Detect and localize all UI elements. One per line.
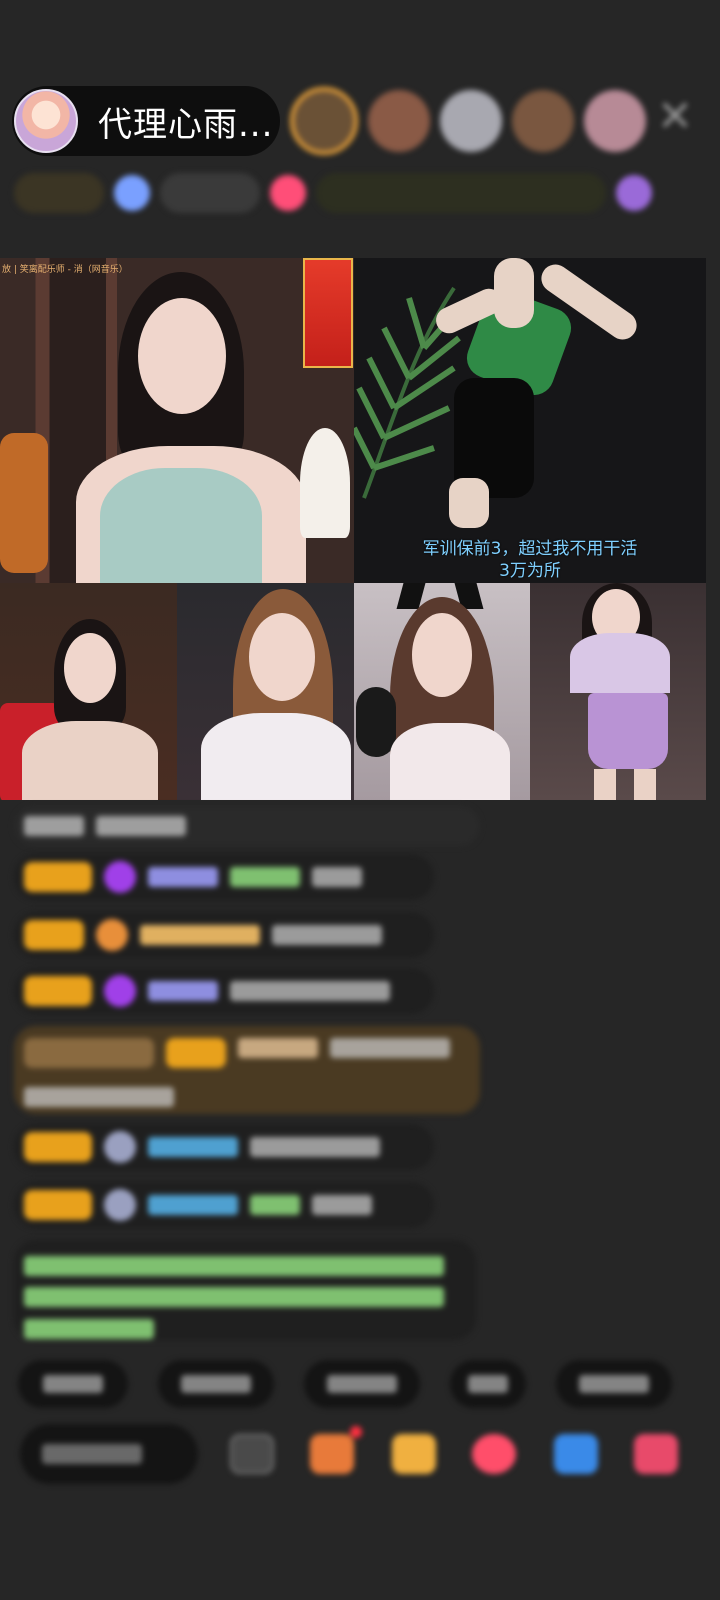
activity-chip[interactable] [316, 173, 606, 213]
viewer-avatar[interactable] [584, 90, 646, 152]
subtitle-caption: 军训保前3，超过我不用干活 3万为所 [354, 538, 706, 582]
chat-message [14, 1124, 434, 1170]
heart-icon[interactable] [472, 1434, 516, 1474]
diamond-icon [104, 861, 136, 893]
quick-reply-row [18, 1360, 672, 1408]
level-badge [24, 976, 92, 1006]
video-tile-3[interactable] [0, 583, 177, 800]
diamond-icon [104, 975, 136, 1007]
highlight-message [14, 1026, 480, 1114]
bear-decoration [0, 433, 48, 573]
video-tile-4[interactable] [177, 583, 354, 800]
stat-icon [114, 175, 150, 211]
plush-rabbit [300, 428, 350, 538]
red-banner [303, 258, 353, 368]
level-badge [24, 920, 84, 950]
viewer-avatar[interactable] [440, 90, 502, 152]
palm-leaf [354, 286, 462, 499]
system-notice [14, 1240, 476, 1340]
video-tile-6[interactable] [530, 583, 706, 800]
video-tile-1[interactable]: 放 | 笑离配乐师 - 消（网音乐） [0, 258, 354, 583]
chat-message [14, 806, 480, 846]
host-name: 代理心雨... [98, 104, 274, 145]
stat-chip[interactable] [160, 173, 260, 213]
caption-line-1: 军训保前3，超过我不用干活 [422, 539, 638, 559]
chat-message [14, 912, 434, 958]
viewer-avatar[interactable] [512, 90, 574, 152]
share-icon[interactable] [554, 1434, 598, 1474]
quick-reply-chip[interactable] [556, 1360, 672, 1408]
chat-message [14, 968, 434, 1014]
quick-reply-chip[interactable] [158, 1360, 274, 1408]
quick-reply-chip[interactable] [18, 1360, 128, 1408]
multi-guest-video-grid: 放 | 笑离配乐师 - 消（网音乐） 军训保前3，超过我不用干活 3万为所 [0, 258, 706, 800]
user-icon [104, 1189, 136, 1221]
chat-message [14, 854, 434, 900]
caption-line-2: 3万为所 [499, 561, 561, 581]
live-room-screen: { "header": { "host_name": "代理心雨...", "c… [0, 0, 720, 1600]
notification-dot [350, 1426, 362, 1438]
viewer-avatar[interactable] [368, 90, 430, 152]
microphone [356, 687, 396, 757]
host-info-pill[interactable]: 代理心雨... [12, 86, 280, 156]
user-icon [104, 1131, 136, 1163]
level-badge [24, 1132, 92, 1162]
bottom-toolbar [20, 1424, 720, 1484]
chat-message [14, 1182, 434, 1228]
rank-chip[interactable] [14, 173, 104, 213]
level-badge [24, 862, 92, 892]
emoji-icon[interactable] [230, 1434, 274, 1474]
gift-icon[interactable] [270, 175, 306, 211]
quick-reply-chip[interactable] [304, 1360, 420, 1408]
more-icon[interactable] [634, 1434, 678, 1474]
quick-reply-chip[interactable] [450, 1360, 526, 1408]
fan-icon [96, 919, 128, 951]
close-icon[interactable] [660, 100, 690, 130]
gift-box-icon[interactable] [392, 1434, 436, 1474]
chat-input[interactable] [20, 1424, 198, 1484]
level-badge [24, 1190, 92, 1220]
tile-music-label: 放 | 笑离配乐师 - 消（网音乐） [2, 265, 128, 275]
more-icon[interactable] [616, 175, 652, 211]
video-tile-2[interactable] [354, 258, 706, 583]
room-stats-row [14, 170, 690, 216]
host-avatar[interactable] [14, 89, 78, 153]
video-tile-5[interactable] [354, 583, 530, 800]
task-icon[interactable] [310, 1434, 354, 1474]
viewer-avatar[interactable] [290, 87, 358, 155]
top-viewers-list [290, 87, 646, 155]
